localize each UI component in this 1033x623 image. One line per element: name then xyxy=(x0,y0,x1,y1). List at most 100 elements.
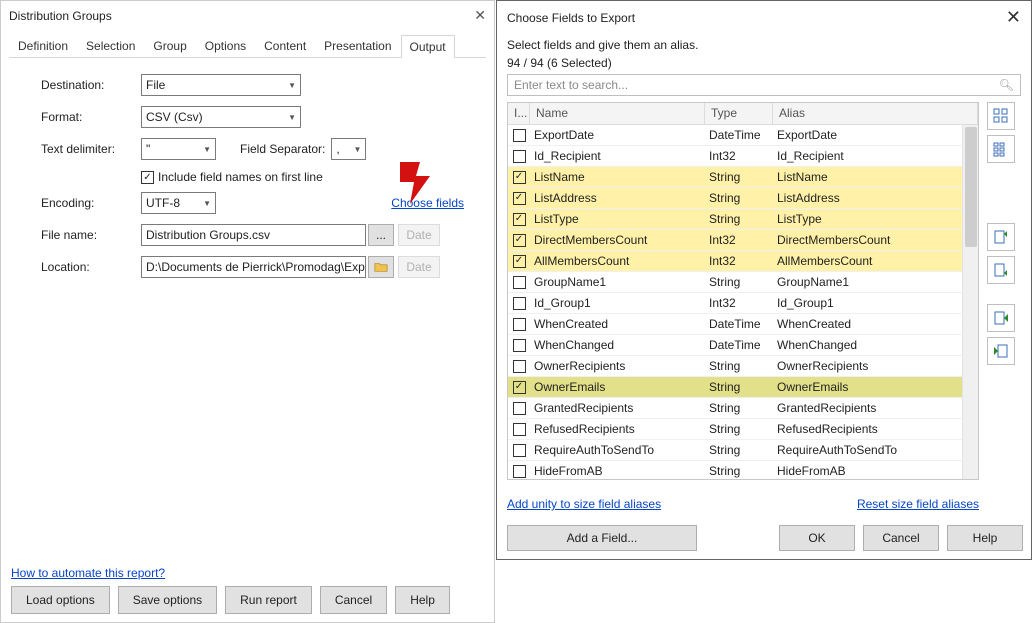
table-row[interactable]: WhenCreatedDateTimeWhenCreated xyxy=(508,314,978,335)
automate-link[interactable]: How to automate this report? xyxy=(11,566,165,580)
row-alias[interactable]: RefusedRecipients xyxy=(773,422,978,436)
row-checkbox[interactable]: ✓ xyxy=(513,192,526,205)
table-row[interactable]: ✓OwnerEmailsStringOwnerEmails xyxy=(508,377,978,398)
row-name: DirectMembersCount xyxy=(530,233,705,247)
row-alias[interactable]: OwnerEmails xyxy=(773,380,978,394)
field-separator-select[interactable]: , ▼ xyxy=(331,138,366,160)
choose-fields-link[interactable]: Choose fields xyxy=(391,196,464,210)
table-row[interactable]: Id_RecipientInt32Id_Recipient xyxy=(508,146,978,167)
include-checkbox[interactable]: ✓ xyxy=(141,171,154,184)
destination-select[interactable]: File ▼ xyxy=(141,74,301,96)
row-checkbox[interactable] xyxy=(513,402,526,415)
table-row[interactable]: WhenChangedDateTimeWhenChanged xyxy=(508,335,978,356)
table-row[interactable]: ✓DirectMembersCountInt32DirectMembersCou… xyxy=(508,230,978,251)
encoding-select[interactable]: UTF-8 ▼ xyxy=(141,192,216,214)
tab-options[interactable]: Options xyxy=(196,34,255,57)
move-up-button[interactable] xyxy=(987,223,1015,251)
row-checkbox[interactable]: ✓ xyxy=(513,234,526,247)
table-row[interactable]: ✓AllMembersCountInt32AllMembersCount xyxy=(508,251,978,272)
filename-ellipsis-button[interactable]: ... xyxy=(368,224,394,246)
add-field-button[interactable]: Add a Field... xyxy=(507,525,697,551)
table-row[interactable]: ✓ListNameStringListName xyxy=(508,167,978,188)
row-alias[interactable]: DirectMembersCount xyxy=(773,233,978,247)
help-button[interactable]: Help xyxy=(947,525,1023,551)
tab-presentation[interactable]: Presentation xyxy=(315,34,400,57)
help-button[interactable]: Help xyxy=(395,586,450,614)
row-checkbox[interactable] xyxy=(513,465,526,478)
row-alias[interactable]: ExportDate xyxy=(773,128,978,142)
header-name[interactable]: Name xyxy=(530,103,705,124)
tab-output[interactable]: Output xyxy=(401,35,455,58)
row-checkbox[interactable] xyxy=(513,444,526,457)
row-checkbox[interactable] xyxy=(513,150,526,163)
header-alias[interactable]: Alias xyxy=(773,103,978,124)
row-alias[interactable]: OwnerRecipients xyxy=(773,359,978,373)
row-checkbox[interactable] xyxy=(513,129,526,142)
row-alias[interactable]: ListType xyxy=(773,212,978,226)
cancel-button[interactable]: Cancel xyxy=(863,525,939,551)
row-checkbox[interactable]: ✓ xyxy=(513,213,526,226)
table-row[interactable]: OwnerRecipientsStringOwnerRecipients xyxy=(508,356,978,377)
save-options-button[interactable]: Save options xyxy=(118,586,217,614)
row-checkbox[interactable] xyxy=(513,360,526,373)
table-row[interactable]: RequireAuthToSendToStringRequireAuthToSe… xyxy=(508,440,978,461)
browse-folder-button[interactable] xyxy=(368,256,394,278)
reset-aliases-link[interactable]: Reset size field aliases xyxy=(857,497,979,511)
table-row[interactable]: ExportDateDateTimeExportDate xyxy=(508,125,978,146)
move-down-button[interactable] xyxy=(987,256,1015,284)
row-checkbox[interactable]: ✓ xyxy=(513,381,526,394)
header-include[interactable]: I... xyxy=(508,103,530,124)
row-checkbox[interactable]: ✓ xyxy=(513,255,526,268)
chevron-down-icon: ▼ xyxy=(203,199,211,208)
add-unity-link[interactable]: Add unity to size field aliases xyxy=(507,497,661,511)
close-icon[interactable]: ✕ xyxy=(474,7,486,24)
row-alias[interactable]: GroupName1 xyxy=(773,275,978,289)
layout-list-button[interactable] xyxy=(987,135,1015,163)
table-row[interactable]: ✓ListAddressStringListAddress xyxy=(508,188,978,209)
tab-content[interactable]: Content xyxy=(255,34,315,57)
row-alias[interactable]: HideFromAB xyxy=(773,464,978,478)
include-label: Include field names on first line xyxy=(158,170,323,184)
row-checkbox[interactable] xyxy=(513,339,526,352)
layout-grid-button[interactable] xyxy=(987,102,1015,130)
row-checkbox[interactable] xyxy=(513,297,526,310)
close-icon[interactable]: ✕ xyxy=(1006,7,1021,28)
location-input[interactable]: D:\Documents de Pierrick\Promodag\Exp xyxy=(141,256,366,278)
row-alias[interactable]: WhenChanged xyxy=(773,338,978,352)
row-alias[interactable]: WhenCreated xyxy=(773,317,978,331)
export-button[interactable] xyxy=(987,304,1015,332)
text-delimiter-select[interactable]: " ▼ xyxy=(141,138,216,160)
row-alias[interactable]: RequireAuthToSendTo xyxy=(773,443,978,457)
row-checkbox[interactable] xyxy=(513,423,526,436)
table-row[interactable]: GrantedRecipientsStringGrantedRecipients xyxy=(508,398,978,419)
table-row[interactable]: RefusedRecipientsStringRefusedRecipients xyxy=(508,419,978,440)
header-type[interactable]: Type xyxy=(705,103,773,124)
row-checkbox[interactable] xyxy=(513,276,526,289)
row-alias[interactable]: Id_Recipient xyxy=(773,149,978,163)
location-value: D:\Documents de Pierrick\Promodag\Exp xyxy=(146,260,365,274)
row-alias[interactable]: Id_Group1 xyxy=(773,296,978,310)
search-input[interactable]: Enter text to search... 🔍︎ xyxy=(507,74,1021,96)
row-alias[interactable]: ListName xyxy=(773,170,978,184)
table-row[interactable]: ✓ListTypeStringListType xyxy=(508,209,978,230)
ok-button[interactable]: OK xyxy=(779,525,855,551)
row-checkbox[interactable] xyxy=(513,318,526,331)
row-alias[interactable]: AllMembersCount xyxy=(773,254,978,268)
table-row[interactable]: Id_Group1Int32Id_Group1 xyxy=(508,293,978,314)
format-select[interactable]: CSV (Csv) ▼ xyxy=(141,106,301,128)
row-alias[interactable]: GrantedRecipients xyxy=(773,401,978,415)
tab-definition[interactable]: Definition xyxy=(9,34,77,57)
scrollbar-thumb[interactable] xyxy=(965,127,977,247)
row-checkbox[interactable]: ✓ xyxy=(513,171,526,184)
scrollbar[interactable] xyxy=(962,125,978,479)
tab-selection[interactable]: Selection xyxy=(77,34,144,57)
tab-group[interactable]: Group xyxy=(144,34,195,57)
run-report-button[interactable]: Run report xyxy=(225,586,312,614)
row-alias[interactable]: ListAddress xyxy=(773,191,978,205)
load-options-button[interactable]: Load options xyxy=(11,586,110,614)
table-row[interactable]: GroupName1StringGroupName1 xyxy=(508,272,978,293)
filename-input[interactable]: Distribution Groups.csv xyxy=(141,224,366,246)
import-button[interactable] xyxy=(987,337,1015,365)
table-row[interactable]: HideFromABStringHideFromAB xyxy=(508,461,978,479)
cancel-button[interactable]: Cancel xyxy=(320,586,387,614)
